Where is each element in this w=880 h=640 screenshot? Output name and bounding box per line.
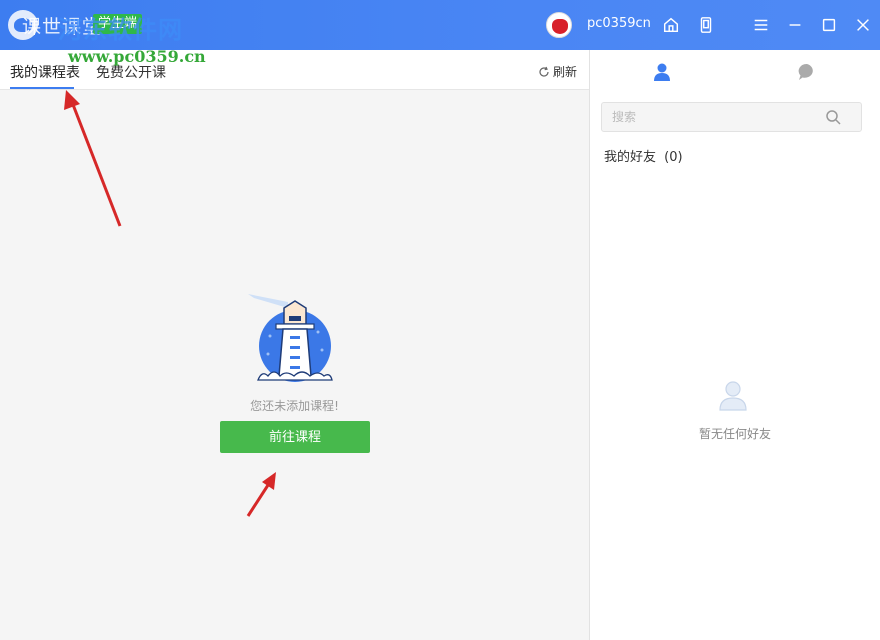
minimize-icon[interactable]	[784, 14, 806, 36]
annotation-arrow-diagonal	[246, 472, 276, 517]
maximize-icon[interactable]	[818, 14, 840, 36]
friends-group-header[interactable]: 我的好友 (0)	[604, 146, 683, 165]
watermark-title: 河东软件网	[58, 16, 183, 44]
menu-icon[interactable]	[750, 14, 772, 36]
empty-course-text: 您还未添加课程!	[250, 399, 339, 413]
mobile-icon[interactable]	[695, 14, 717, 36]
title-bar: 课世课堂 学生端 河东软件网 pc0359cn	[0, 0, 880, 50]
home-icon[interactable]	[660, 14, 682, 36]
refresh-button[interactable]: 刷新	[538, 63, 577, 80]
go-to-courses-button[interactable]: 前往课程	[220, 421, 370, 453]
empty-friend-icon	[719, 381, 747, 411]
annotation-arrow-up	[64, 90, 122, 227]
search-icon[interactable]	[825, 109, 841, 125]
chat-icon[interactable]	[797, 62, 817, 82]
contacts-icon[interactable]	[652, 62, 672, 82]
avatar[interactable]	[546, 12, 572, 38]
refresh-label: 刷新	[553, 65, 578, 79]
friend-search[interactable]	[601, 102, 862, 132]
username[interactable]: pc0359cn	[587, 16, 651, 31]
watermark-url: www.pc0359.cn	[68, 47, 206, 66]
search-input[interactable]	[612, 108, 812, 126]
refresh-icon	[539, 66, 549, 77]
friends-count: (0)	[664, 150, 683, 165]
lighthouse-icon	[248, 294, 333, 382]
friends-label: 我的好友	[604, 150, 657, 165]
close-icon[interactable]	[852, 14, 874, 36]
empty-friends-text: 暂无任何好友	[698, 427, 771, 441]
friends-panel: 我的好友 (0) 暂无任何好友	[590, 50, 880, 640]
